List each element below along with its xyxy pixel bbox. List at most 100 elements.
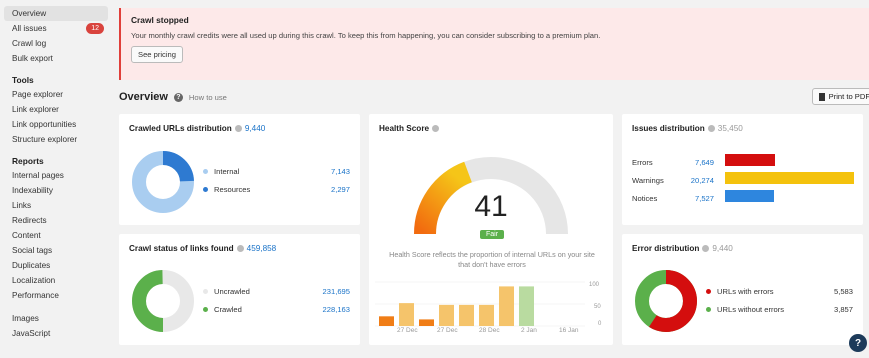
issues-count-badge: 12 — [86, 23, 104, 34]
crawled-urls-donut — [132, 151, 194, 213]
sidebar-item-crawl-log[interactable]: Crawl log — [4, 36, 108, 51]
issues-total: 35,450 — [717, 124, 743, 133]
crawl-stopped-alert: Crawl stopped Your monthly crawl credits… — [119, 8, 869, 80]
resources-dot — [203, 187, 208, 192]
main-content: Crawl stopped Your monthly crawl credits… — [119, 0, 869, 358]
sidebar-heading-tools: Tools — [12, 75, 34, 85]
errors-value[interactable]: 7,649 — [672, 158, 714, 167]
sidebar-item-internal-pages[interactable]: Internal pages — [4, 168, 108, 183]
sidebar-item-javascript[interactable]: JavaScript — [4, 326, 108, 341]
sidebar-item-label: Bulk export — [12, 54, 53, 63]
without-errors-value[interactable]: 3,857 — [812, 305, 853, 314]
sidebar-item-localization[interactable]: Localization — [4, 273, 108, 288]
crawled-urls-card: Crawled URLs distribution 9,440 Internal … — [119, 114, 360, 225]
notices-value[interactable]: 7,527 — [672, 194, 714, 203]
info-icon[interactable] — [236, 245, 244, 253]
sidebar-item-content[interactable]: Content — [4, 228, 108, 243]
history-bar[interactable] — [499, 286, 514, 326]
legend-internal: Internal — [203, 167, 239, 176]
info-icon[interactable] — [234, 125, 242, 133]
sidebar-item-label: All issues — [12, 24, 47, 33]
help-icon[interactable]: ? — [173, 92, 183, 102]
sidebar-item-structure-explorer[interactable]: Structure explorer — [4, 132, 108, 147]
y-tick: 50 — [594, 304, 601, 310]
page-title: Overview — [119, 91, 168, 103]
warnings-label: Warnings — [632, 176, 664, 185]
history-bar[interactable] — [399, 303, 414, 326]
health-score-card: Health Score 41 Fair Health Score reflec… — [369, 114, 613, 345]
history-bar[interactable] — [379, 316, 394, 326]
history-bar[interactable] — [439, 304, 454, 326]
history-bar[interactable] — [419, 319, 434, 326]
sidebar-item-indexability[interactable]: Indexability — [4, 183, 108, 198]
without-errors-dot — [706, 307, 711, 312]
uncrawled-value[interactable]: 231,695 — [299, 287, 350, 296]
sidebar-item-images[interactable]: Images — [4, 311, 108, 326]
errors-bar[interactable] — [725, 154, 775, 166]
sidebar-item-overview[interactable]: Overview — [4, 6, 108, 21]
crawl-status-card: Crawl status of links found 459,858 Uncra… — [119, 234, 360, 345]
crawled-urls-total[interactable]: 9,440 — [245, 124, 266, 133]
with-errors-dot — [706, 289, 711, 294]
errors-label: Errors — [632, 158, 653, 167]
warnings-bar[interactable] — [725, 172, 854, 184]
internal-value[interactable]: 7,143 — [309, 167, 350, 176]
sidebar-item-duplicates[interactable]: Duplicates — [4, 258, 108, 273]
sidebar-item-link-explorer[interactable]: Link explorer — [4, 102, 108, 117]
sidebar-item-all-issues[interactable]: All issues 12 — [4, 21, 108, 36]
sidebar-item-bulk-export[interactable]: Bulk export — [4, 51, 108, 66]
sidebar-item-redirects[interactable]: Redirects — [4, 213, 108, 228]
sidebar-item-link-opportunities[interactable]: Link opportunities — [4, 117, 108, 132]
sidebar-item-performance[interactable]: Performance — [4, 288, 108, 303]
see-pricing-button[interactable]: See pricing — [131, 46, 183, 63]
card-title: Issues distribution 35,450 — [632, 124, 743, 133]
x-tick: 27 Dec — [437, 327, 458, 334]
health-score-value: 41 — [474, 190, 508, 223]
info-icon[interactable] — [702, 245, 710, 253]
history-bar[interactable] — [479, 304, 494, 326]
legend-uncrawled: Uncrawled — [203, 287, 250, 296]
error-distribution-card: Error distribution 9,440 URLs with errors… — [622, 234, 863, 345]
resources-value[interactable]: 2,297 — [309, 185, 350, 194]
history-bar[interactable] — [519, 286, 534, 326]
how-to-use-link[interactable]: How to use — [189, 93, 227, 102]
sidebar-heading-reports: Reports — [12, 156, 44, 166]
crawl-status-total[interactable]: 459,858 — [247, 244, 277, 253]
internal-dot — [203, 169, 208, 174]
legend-without-errors: URLs without errors — [706, 305, 784, 314]
info-icon[interactable] — [707, 125, 715, 133]
error-distribution-donut — [635, 270, 697, 332]
notices-label: Notices — [632, 194, 658, 203]
y-tick: 100 — [589, 282, 600, 288]
sidebar-item-label: Crawl log — [12, 39, 47, 48]
legend-resources: Resources — [203, 185, 250, 194]
x-tick: 16 Jan — [559, 327, 579, 334]
notices-bar[interactable] — [725, 190, 774, 202]
info-icon[interactable] — [432, 125, 440, 133]
legend-crawled: Crawled — [203, 305, 242, 314]
sidebar-item-links[interactable]: Links — [4, 198, 108, 213]
sidebar-item-page-explorer[interactable]: Page explorer — [4, 87, 108, 102]
y-tick: 0 — [598, 321, 602, 327]
crawl-status-donut — [132, 270, 194, 332]
help-chat-button[interactable]: ? — [849, 334, 867, 352]
card-title: Crawled URLs distribution 9,440 — [129, 124, 266, 133]
health-rating-badge: Fair — [480, 230, 505, 239]
card-title: Crawl status of links found 459,858 — [129, 244, 277, 253]
warnings-value[interactable]: 20,274 — [672, 176, 714, 185]
history-bar[interactable] — [459, 304, 474, 326]
sidebar-item-label: Overview — [12, 9, 47, 18]
print-to-pdf-button[interactable]: Print to PDF — [811, 88, 869, 105]
with-errors-value[interactable]: 5,583 — [812, 287, 853, 296]
uncrawled-dot — [203, 289, 208, 294]
alert-text: Your monthly crawl credits were all used… — [131, 31, 601, 40]
alert-title: Crawl stopped — [131, 15, 189, 25]
document-icon — [818, 92, 825, 101]
crawled-value[interactable]: 228,163 — [299, 305, 350, 314]
issues-distribution-card: Issues distribution 35,450 Errors 7,649 W… — [622, 114, 863, 225]
sidebar-item-social-tags[interactable]: Social tags — [4, 243, 108, 258]
card-title: Health Score — [379, 124, 440, 133]
sidebar: Overview All issues 12 Crawl log Bulk exp… — [0, 0, 112, 358]
x-tick: 28 Dec — [479, 327, 500, 334]
print-label: Print to PDF — [828, 92, 869, 101]
